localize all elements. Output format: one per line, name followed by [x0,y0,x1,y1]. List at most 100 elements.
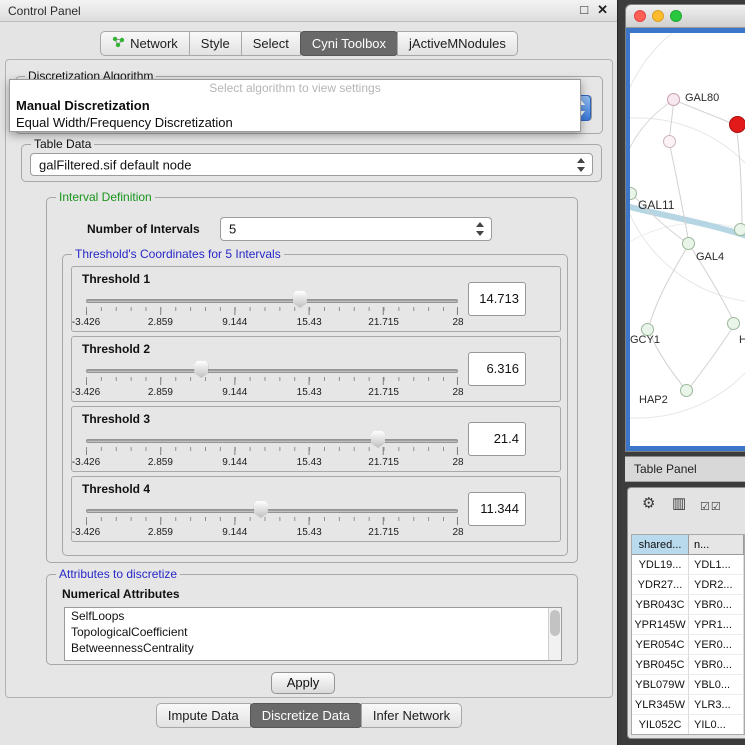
table-row[interactable]: YDL19... YDL1... [632,555,744,575]
table-cell[interactable]: YPR145W [632,615,689,635]
tab-style[interactable]: Style [189,31,242,56]
table-cell[interactable]: YBR0... [689,595,744,615]
close-window-icon[interactable]: ✕ [597,2,608,18]
close-traffic-icon[interactable] [634,10,646,22]
apply-button[interactable]: Apply [271,672,335,694]
table-row[interactable]: YER054C YER0... [632,635,744,655]
threshold-3-value-field[interactable]: 21.4 [468,422,526,456]
popup-item-manual-discretization[interactable]: Manual Discretization [10,97,580,114]
table-cell[interactable]: YIL052C [632,715,689,735]
table-row[interactable]: YBL079W YBL0... [632,675,744,695]
table-cell[interactable]: YBR0... [689,655,744,675]
slider-thumb[interactable] [194,361,208,378]
network-node-highlighted[interactable] [729,116,745,133]
table-cell[interactable]: YER054C [632,635,689,655]
table-data-combobox[interactable]: galFiltered.sif default node [30,153,593,176]
scale-label: 28 [452,387,463,398]
table-cell[interactable]: YDR27... [632,575,689,595]
threshold-4-value-field[interactable]: 11.344 [468,492,526,526]
list-scrollbar[interactable] [548,608,561,660]
list-item[interactable]: SelfLoops [65,608,561,624]
table-cell[interactable]: YER0... [689,635,744,655]
threshold-1-slider[interactable]: -3.426 2.859 9.144 15.43 21.715 28 [86,290,458,330]
network-node[interactable] [734,223,745,236]
popup-item-equal-width-frequency[interactable]: Equal Width/Frequency Discretization [10,114,580,131]
combobox-value: 5 [229,222,236,237]
float-window-icon[interactable]: □ [580,2,588,18]
slider-thumb[interactable] [254,501,268,518]
list-item[interactable]: BetweennessCentrality [65,640,561,656]
list-item[interactable]: TopologicalCoefficient [65,624,561,640]
threshold-1-value-field[interactable]: 14.713 [468,282,526,316]
table-cell[interactable]: YBL0... [689,675,744,695]
threshold-panel-4: Threshold 4 -3.426 2.859 9.144 15.43 21.… [71,476,561,542]
scale-label: 9.144 [222,387,247,398]
threshold-panel-2: Threshold 2 -3.426 2.859 9.144 15.43 21.… [71,336,561,402]
table-row[interactable]: YDR27... YDR2... [632,575,744,595]
table-cell[interactable]: YDL19... [632,555,689,575]
table-row[interactable]: YBR043C YBR0... [632,595,744,615]
threshold-3-slider[interactable]: -3.426 2.859 9.144 15.43 21.715 28 [86,430,458,470]
scale-label: 15.43 [297,457,322,468]
table-cell[interactable]: YDR2... [689,575,744,595]
network-canvas[interactable]: GAL80 GAL11 GAL4 GCY1 HAP2 H [630,33,745,446]
network-node[interactable] [667,93,680,106]
number-of-intervals-combobox[interactable]: 5 [220,217,492,241]
table-row[interactable]: YIL052C YIL0... [632,715,744,735]
control-panel-titlebar: Control Panel □ ✕ [0,0,617,22]
tab-jactivemodules[interactable]: jActiveMNodules [397,31,518,56]
tab-impute-data[interactable]: Impute Data [156,703,251,728]
scale-label: -3.426 [72,527,100,538]
table-row[interactable]: YPR145W YPR1... [632,615,744,635]
tab-infer-network[interactable]: Infer Network [361,703,462,728]
threshold-4-slider[interactable]: -3.426 2.859 9.144 15.43 21.715 28 [86,500,458,540]
table-cell[interactable]: YIL0... [689,715,744,735]
scale-label: 28 [452,527,463,538]
table-cell[interactable]: YBR043C [632,595,689,615]
minimize-traffic-icon[interactable] [652,10,664,22]
network-node[interactable] [680,384,693,397]
slider-minor-ticks [86,517,458,521]
table-cell[interactable]: YPR1... [689,615,744,635]
tab-cyni-toolbox[interactable]: Cyni Toolbox [300,31,398,56]
slider-track[interactable] [86,509,458,513]
tab-label: Infer Network [373,708,450,723]
zoom-traffic-icon[interactable] [670,10,682,22]
tab-select[interactable]: Select [241,31,301,56]
scale-label: 15.43 [297,317,322,328]
network-node[interactable] [663,135,676,148]
network-node[interactable] [727,317,740,330]
slider-thumb[interactable] [371,431,385,448]
tab-network[interactable]: Network [100,31,190,56]
scrollbar-thumb[interactable] [550,610,560,636]
columns-icon[interactable]: ▥ [672,495,686,513]
table-cell[interactable]: YLR3... [689,695,744,715]
table-cell[interactable]: YLR345W [632,695,689,715]
threshold-2-slider[interactable]: -3.426 2.859 9.144 15.43 21.715 28 [86,360,458,400]
node-label: GAL80 [685,92,719,104]
slider-track[interactable] [86,439,458,443]
column-header-shared-name[interactable]: shared... [632,535,689,555]
tab-discretize-data[interactable]: Discretize Data [250,703,362,728]
slider-track[interactable] [86,299,458,303]
threshold-panel-3: Threshold 3 -3.426 2.859 9.144 15.43 21.… [71,406,561,472]
scale-label: 9.144 [222,527,247,538]
tab-label: Discretize Data [262,708,350,723]
popup-hint: Select algorithm to view settings [10,80,580,97]
gear-icon[interactable]: ⚙ [642,495,655,513]
table-row[interactable]: YLR345W YLR3... [632,695,744,715]
slider-minor-ticks [86,447,458,451]
node-label: GAL11 [638,198,674,212]
column-header-name[interactable]: n... [689,535,744,555]
scale-label: 21.715 [368,317,399,328]
threshold-2-value-field[interactable]: 6.316 [468,352,526,386]
table-row[interactable]: YBR045C YBR0... [632,655,744,675]
table-cell[interactable]: YDL1... [689,555,744,575]
select-columns-icon[interactable]: ☑☑ [700,498,722,516]
slider-track[interactable] [86,369,458,373]
table-cell[interactable]: YBR045C [632,655,689,675]
table-cell[interactable]: YBL079W [632,675,689,695]
network-node[interactable] [682,237,695,250]
slider-thumb[interactable] [293,291,307,308]
scale-label: 28 [452,317,463,328]
